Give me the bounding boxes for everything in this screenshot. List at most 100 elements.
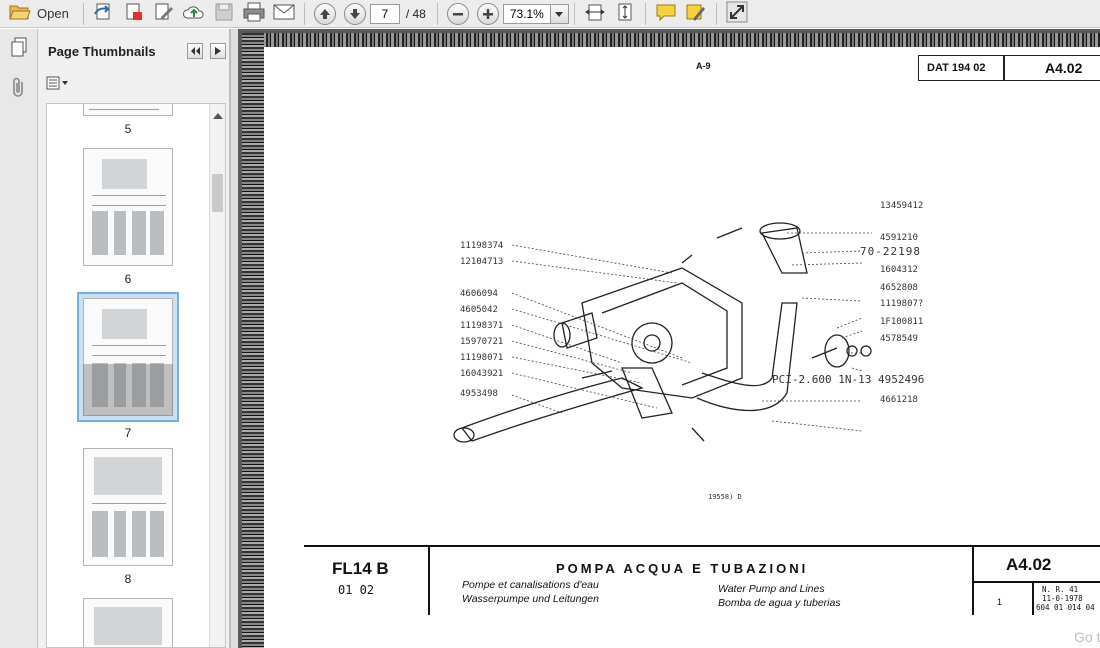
open-button[interactable]: Open (3, 2, 75, 26)
page-code: A-9 (696, 61, 711, 71)
comment-button[interactable] (654, 2, 678, 26)
part-number-label: 1604312 (880, 265, 918, 275)
page-down-icon (343, 2, 366, 25)
edit-button[interactable] (152, 2, 176, 26)
page-thumbnail[interactable] (83, 104, 173, 116)
part-number-label: 12104713 (460, 257, 504, 267)
toolbar-separator (436, 2, 438, 25)
fullscreen-icon (726, 1, 748, 26)
toolbar: Open / 48 (0, 0, 1100, 28)
title-spanish: Bomba de agua y tuberias (718, 597, 841, 609)
edit-icon (153, 2, 175, 25)
fit-page-icon (615, 2, 635, 25)
collapse-panel-button[interactable] (187, 43, 203, 59)
part-number-label: 11198374 (460, 241, 504, 251)
upload-button[interactable] (182, 2, 206, 26)
part-number-label: 1F100811 (880, 317, 924, 327)
print-icon (242, 2, 266, 25)
triangle-right-icon (214, 44, 222, 58)
page-thumbnails-panel: Page Thumbnails 5 6 7 8 (38, 29, 230, 648)
page-up-icon (313, 2, 336, 25)
thumbnail-label: 8 (124, 572, 132, 586)
page-thumbnail[interactable] (83, 148, 173, 266)
panel-next-button[interactable] (210, 43, 226, 59)
comment-icon (655, 2, 677, 25)
part-number-label: 4605042 (460, 305, 498, 315)
fit-width-icon (584, 2, 605, 25)
toolbar-separator (715, 2, 717, 25)
model-sub-code: 01 02 (338, 583, 375, 597)
print-button[interactable] (242, 2, 266, 26)
header-code: DAT 194 02 (927, 62, 986, 74)
email-button[interactable] (272, 2, 296, 26)
thumbnail-scrollbar[interactable] (209, 104, 225, 647)
fit-width-button[interactable] (583, 2, 607, 26)
document-viewport[interactable]: A-9 DAT 194 02 A4.02 13459412 4591210 70… (238, 29, 1100, 648)
part-number-label: PCI-2.600 1N-13 4952496 (772, 373, 925, 386)
header-ref-box: A4.02 (1004, 55, 1100, 81)
water-pump-diagram (453, 222, 872, 443)
toolbar-separator (82, 2, 84, 25)
reference-line: 11-0-1978 (1042, 594, 1083, 603)
highlight-icon (685, 2, 707, 25)
toolbar-separator (644, 2, 646, 25)
scan-noise-left (242, 33, 264, 648)
zoom-level-input[interactable] (502, 3, 551, 24)
folder-open-icon (9, 3, 31, 24)
page-thumbnail[interactable] (83, 598, 173, 647)
scrollbar-thumb[interactable] (212, 174, 223, 212)
zoom-out-button[interactable] (446, 2, 470, 26)
document-page: A-9 DAT 194 02 A4.02 13459412 4591210 70… (242, 33, 1100, 648)
part-number-label: 4606094 (460, 289, 498, 299)
part-number-label: 4953498 (460, 389, 498, 399)
scan-noise-top (242, 33, 1100, 47)
watermark-text: Go t (1074, 629, 1100, 645)
paperclip-icon (10, 76, 28, 103)
page-thumbnail-selected[interactable] (77, 292, 179, 422)
zoom-in-icon (476, 2, 499, 25)
title-german: Wasserpumpe und Leitungen (462, 593, 599, 605)
title-italian: POMPA ACQUA E TUBAZIONI (556, 561, 809, 576)
page-thumbnails-tab[interactable] (0, 29, 38, 69)
panel-header: Page Thumbnails (38, 29, 229, 73)
next-page-button[interactable] (343, 2, 367, 26)
thumbnail-list[interactable]: 5 6 7 8 (46, 103, 226, 648)
toolbar-separator (303, 2, 305, 25)
upload-cloud-icon (182, 2, 206, 25)
part-number-label: 1119807? (880, 299, 924, 309)
share-button[interactable] (92, 2, 116, 26)
attachments-tab[interactable] (0, 69, 38, 109)
previous-page-button[interactable] (313, 2, 337, 26)
figure-caption: 19558) D (708, 493, 742, 501)
save-button[interactable] (212, 2, 236, 26)
reference-line: 604 01 014 04 (1036, 603, 1095, 612)
page-number-input[interactable] (369, 3, 400, 24)
zoom-in-button[interactable] (476, 2, 500, 26)
scroll-up-icon[interactable] (213, 108, 223, 122)
part-number-label: 4578549 (880, 334, 918, 344)
email-icon (272, 3, 296, 24)
create-pdf-button[interactable] (122, 2, 146, 26)
highlight-button[interactable] (684, 2, 708, 26)
page-total: / 48 (405, 6, 426, 21)
part-number-label: 4652808 (880, 283, 918, 293)
reference-line: N. R. 41 (1042, 585, 1079, 594)
chevron-down-icon (555, 7, 564, 21)
fullscreen-button[interactable] (725, 1, 749, 26)
navigation-rail (0, 29, 38, 648)
share-icon (93, 2, 115, 25)
thumbnail-options-button[interactable] (38, 73, 229, 95)
reference-code: A4.02 (1006, 555, 1052, 574)
model-code: FL14 B (332, 559, 389, 578)
title-english: Water Pump and Lines (718, 583, 825, 595)
reference-index: 1 (997, 597, 1003, 607)
fit-page-button[interactable] (613, 2, 637, 26)
part-number-label: 70-22198 (860, 245, 921, 258)
panel-splitter[interactable] (230, 29, 238, 648)
title-block: FL14 B 01 02 POMPA ACQUA E TUBAZIONI Pom… (304, 545, 1100, 619)
zoom-dropdown-button[interactable] (550, 3, 569, 24)
save-icon (214, 2, 234, 25)
part-number-label: 16043921 (460, 369, 504, 379)
page-thumbnail[interactable] (83, 448, 173, 566)
open-label: Open (37, 6, 69, 21)
